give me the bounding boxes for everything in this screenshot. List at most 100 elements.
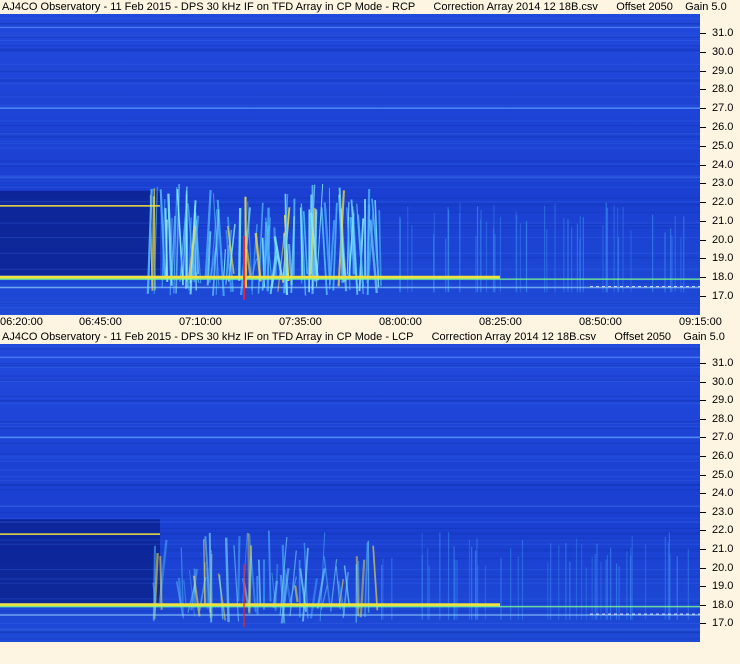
noise-stripe: [0, 131, 700, 133]
noise-stripe: [0, 527, 700, 529]
y-tick: [700, 381, 706, 383]
y-tick-label: 27.0: [712, 102, 734, 115]
y-tick: [700, 623, 706, 625]
y-tick-label: 21.0: [712, 214, 734, 227]
noise-stripe: [0, 476, 700, 478]
noise-stripe: [0, 453, 700, 455]
noise-stripe: [0, 426, 700, 428]
noise-stripe: [0, 180, 700, 182]
y-tick: [700, 239, 706, 241]
y-tick-label: 19.0: [712, 580, 734, 593]
y-tick: [700, 296, 706, 297]
y-tick-label: 17.0: [712, 290, 734, 302]
noise-stripe: [0, 163, 700, 165]
y-tick: [700, 418, 706, 420]
y-tick: [700, 511, 706, 513]
burst-filament: [247, 533, 251, 607]
noise-stripe: [0, 550, 700, 552]
burst-filament: [152, 545, 157, 622]
y-tick-label: 21.0: [712, 542, 734, 555]
noise-stripe: [0, 622, 700, 624]
noise-stripe: [0, 125, 700, 127]
noise-stripe: [0, 538, 700, 540]
y-tick-label: 17.0: [712, 617, 734, 630]
y-tick-label: 26.0: [712, 449, 734, 462]
y-tick-label: 18.0: [712, 271, 734, 284]
noise-stripe: [0, 427, 700, 429]
noise-stripe: [0, 203, 700, 205]
noise-stripe: [0, 35, 700, 37]
y-tick-label: 25.0: [712, 468, 734, 481]
x-axis: 06:20:00 06:45:00 07:10:00 07:35:00 08:00:00…: [0, 315, 740, 329]
y-tick: [700, 567, 706, 569]
y-tick-label: 22.0: [712, 524, 734, 537]
noise-stripe: [0, 49, 700, 51]
noise-stripe: [0, 543, 700, 545]
noise-stripe: [0, 455, 700, 457]
noise-stripe: [0, 23, 700, 25]
y-tick: [700, 474, 706, 476]
y-tick-label: 23.0: [712, 177, 734, 190]
burst-filament: [185, 190, 189, 288]
noise-stripe: [0, 147, 700, 149]
noise-stripe: [0, 532, 700, 534]
noise-stripe: [0, 227, 700, 229]
noise-stripe: [0, 630, 700, 632]
y-tick-label: 28.0: [712, 412, 734, 425]
noise-stripe: [0, 134, 700, 136]
y-tick: [700, 277, 706, 279]
noise-stripe: [0, 442, 700, 444]
x-tick-label: 07:10:00: [179, 316, 222, 328]
noise-stripe: [0, 165, 700, 167]
y-tick: [700, 126, 706, 128]
y-tick-label: 28.0: [712, 83, 734, 96]
noise-stripe: [0, 186, 700, 188]
x-tick-label: 09:15:00: [679, 316, 722, 328]
y-tick-label: 31.0: [712, 357, 734, 369]
noise-stripe: [0, 70, 700, 72]
y-tick: [700, 164, 706, 166]
lcp-title: AJ4CO Observatory - 11 Feb 2015 - DPS 30…: [2, 331, 725, 343]
y-tick-label: 18.0: [712, 598, 734, 611]
noise-stripe: [0, 348, 700, 350]
noise-stripe: [0, 365, 700, 367]
noise-stripe: [0, 63, 700, 65]
noise-stripe: [0, 457, 700, 459]
rcp-title: AJ4CO Observatory - 11 Feb 2015 - DPS 30…: [2, 1, 727, 13]
noise-stripe: [0, 80, 700, 82]
noise-stripe: [0, 120, 700, 122]
x-tick-label: 08:00:00: [379, 316, 422, 328]
y-tick-label: 24.0: [712, 487, 734, 500]
y-tick: [700, 437, 706, 439]
noise-stripe: [0, 68, 700, 70]
noise-stripe: [0, 469, 700, 471]
y-tick-label: 30.0: [712, 45, 734, 58]
noise-stripe: [0, 211, 700, 213]
noise-stripe: [0, 236, 700, 238]
bottom-strip: [0, 642, 740, 664]
noise-stripe: [0, 548, 700, 550]
y-tick: [700, 183, 706, 185]
noise-stripe: [0, 638, 700, 640]
noise-stripe: [0, 48, 700, 50]
y-tick: [700, 400, 706, 402]
y-tick: [700, 202, 706, 204]
rcp-panel: AJ4CO Observatory - 11 Feb 2015 - DPS 30…: [0, 0, 740, 330]
noise-stripe: [0, 136, 700, 138]
noise-stripe: [0, 346, 700, 348]
quiet-region: [0, 519, 160, 603]
y-tick: [700, 89, 706, 91]
noise-stripe: [0, 479, 700, 481]
noise-stripe: [0, 133, 700, 135]
y-tick-label: 30.0: [712, 375, 734, 388]
noise-stripe: [0, 628, 700, 630]
y-tick: [700, 604, 706, 606]
noise-stripe: [0, 39, 700, 41]
noise-stripe: [0, 197, 700, 199]
noise-stripe: [0, 104, 700, 106]
noise-stripe: [0, 302, 700, 304]
noise-stripe: [0, 375, 700, 377]
y-tick-label: 20.0: [712, 233, 734, 246]
y-tick: [700, 108, 706, 110]
noise-stripe: [0, 395, 700, 397]
